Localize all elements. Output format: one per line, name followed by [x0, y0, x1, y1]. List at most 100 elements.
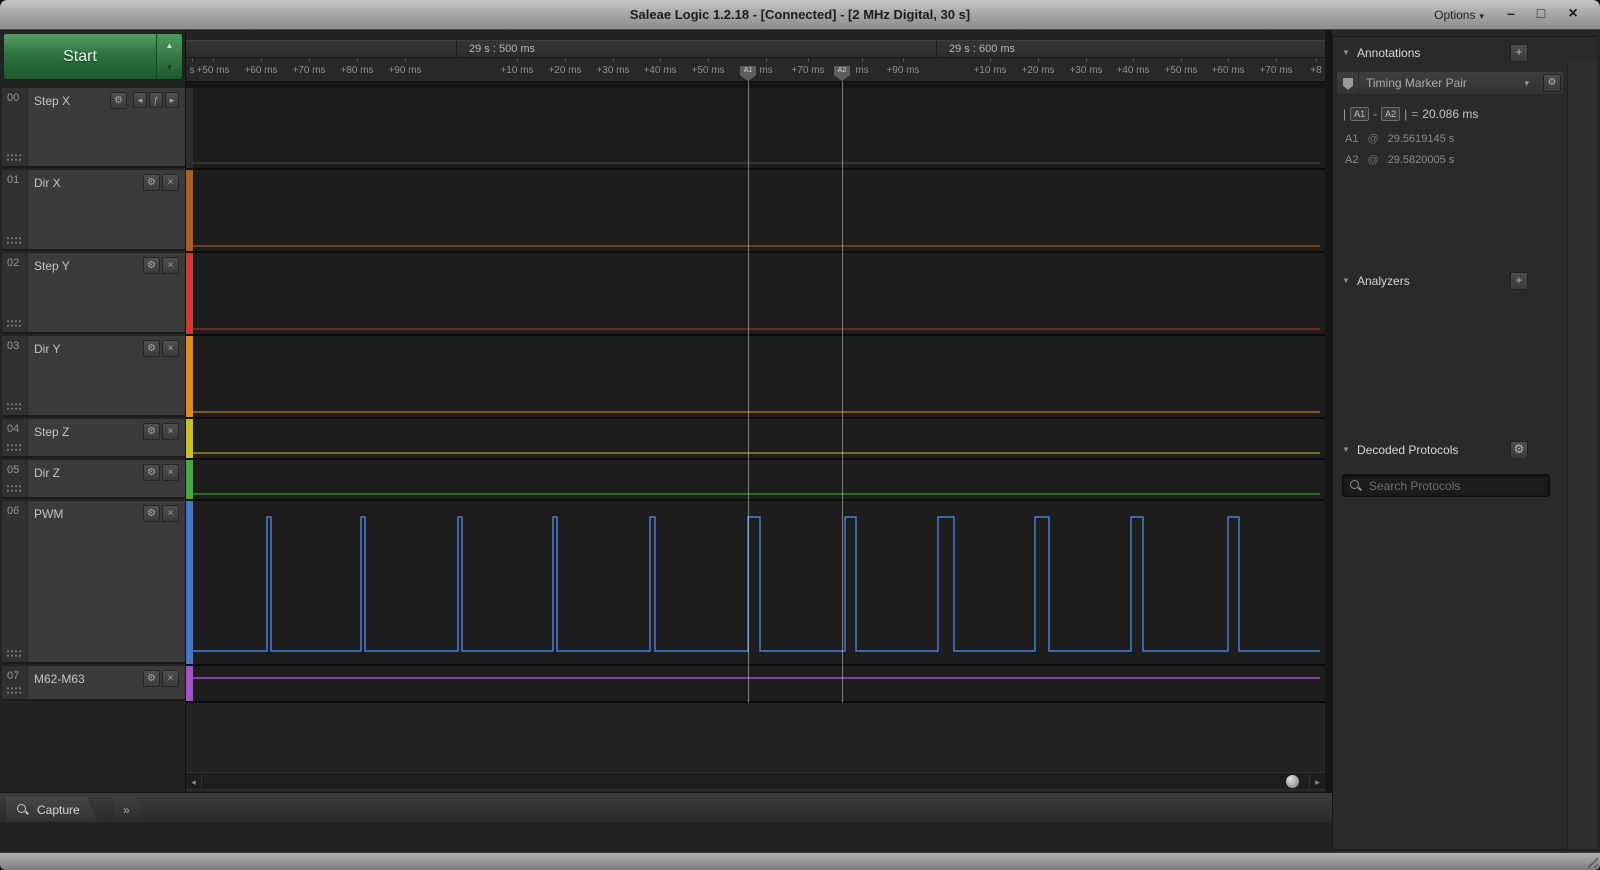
tick-label: +10 ms: [500, 65, 534, 76]
tick-mark: [708, 58, 709, 62]
marker-flag-icon: [1343, 78, 1353, 90]
gear-button[interactable]: ⚙: [143, 340, 160, 357]
close-button[interactable]: ×: [162, 670, 179, 687]
next-edge-button[interactable]: ▸: [165, 92, 179, 108]
channel-label[interactable]: M62-M63: [34, 672, 85, 686]
tick-mark: [405, 58, 406, 62]
app-window: Saleae Logic 1.2.18 - [Connected] - [2 M…: [0, 0, 1600, 870]
channel-label[interactable]: Step Z: [34, 425, 69, 439]
close-button[interactable]: ×: [162, 464, 179, 481]
tick-mark: [990, 58, 991, 62]
drag-grip-icon[interactable]: [6, 686, 23, 695]
channel-label[interactable]: Dir Y: [34, 342, 60, 356]
tick-mark: [1133, 58, 1134, 62]
gear-button[interactable]: ⚙: [143, 423, 160, 440]
channel-row-03: 03 Dir Y ⚙ ×: [2, 336, 185, 417]
collapse-triangle-icon[interactable]: ▼: [1342, 48, 1350, 57]
channel-label[interactable]: PWM: [34, 507, 63, 521]
scroll-right-arrow-icon[interactable]: ▸: [1309, 774, 1325, 790]
drag-grip-icon[interactable]: [6, 402, 23, 411]
gear-button[interactable]: ⚙: [143, 464, 160, 481]
timeline-section-separator: [456, 41, 457, 57]
channel-label[interactable]: Step Y: [34, 259, 70, 273]
channel-label[interactable]: Dir X: [34, 176, 61, 190]
drag-grip-icon[interactable]: [6, 236, 23, 245]
tick-label: +70 ms: [1259, 65, 1293, 76]
channel-label[interactable]: Step X: [34, 94, 70, 108]
minimize-button[interactable]: –: [1498, 0, 1524, 30]
chevron-down-icon[interactable]: ▾: [1524, 78, 1529, 89]
collapse-triangle-icon[interactable]: ▼: [1342, 276, 1350, 285]
channel-row-01: 01 Dir X ⚙ ×: [2, 170, 185, 251]
tick-mark: [517, 58, 518, 62]
tick-label: +70 ms: [292, 65, 326, 76]
timing-marker-line-a1[interactable]: [748, 81, 749, 703]
close-button[interactable]: ×: [162, 340, 179, 357]
tick-mark: [565, 58, 566, 62]
analyzers-title: Analyzers: [1357, 274, 1410, 288]
gear-button[interactable]: ⚙: [143, 257, 160, 274]
add-annotation-button[interactable]: +: [1510, 44, 1528, 62]
panel-scrollbar[interactable]: [1567, 61, 1597, 849]
close-button[interactable]: ×: [162, 174, 179, 191]
search-protocols-input[interactable]: [1343, 475, 1549, 496]
channel-row-02: 02 Step Y ⚙ ×: [2, 253, 185, 334]
drag-grip-icon[interactable]: [6, 153, 23, 162]
collapse-triangle-icon[interactable]: ▼: [1342, 445, 1350, 454]
maximize-button[interactable]: □: [1528, 0, 1554, 30]
tick-label: +8: [1310, 65, 1322, 76]
close-button[interactable]: ×: [1560, 0, 1586, 30]
titlebar[interactable]: Saleae Logic 1.2.18 - [Connected] - [2 M…: [0, 0, 1600, 30]
channel-number: 06: [2, 501, 28, 662]
drag-grip-icon[interactable]: [6, 484, 23, 493]
tick-mark: [766, 58, 767, 62]
waveform-plot[interactable]: [186, 88, 1325, 703]
resize-grip[interactable]: [1584, 854, 1598, 868]
channel-row-05: 05 Dir Z ⚙ ×: [2, 460, 185, 499]
add-analyzer-button[interactable]: +: [1510, 272, 1528, 290]
timeline-section-separator: [936, 41, 937, 57]
gear-button[interactable]: ⚙: [143, 505, 160, 522]
tick-mark: [213, 58, 214, 62]
start-button[interactable]: Start: [4, 34, 156, 79]
divider: [1358, 72, 1359, 94]
tab-capture[interactable]: Capture: [6, 797, 98, 823]
gear-button[interactable]: ⚙: [143, 670, 160, 687]
tick-label: +90 ms: [886, 65, 920, 76]
decoded-protocols-title: Decoded Protocols: [1357, 443, 1459, 457]
tick-label: +40 ms: [643, 65, 677, 76]
tick-mark: [357, 58, 358, 62]
drag-grip-icon[interactable]: [6, 319, 23, 328]
scroll-left-arrow-icon[interactable]: ◂: [186, 774, 202, 790]
start-options-stepper[interactable]: ▲ ▼: [156, 34, 182, 79]
f-trigger-button[interactable]: ƒ: [149, 92, 163, 108]
tick-label: +90 ms: [388, 65, 422, 76]
marker-pair-settings-button[interactable]: ⚙: [1543, 74, 1561, 92]
prev-edge-button[interactable]: ◂: [133, 92, 147, 108]
timing-marker-pair-row[interactable]: Timing Marker Pair ▾ ⚙: [1336, 71, 1564, 95]
tick-label: +10 ms: [973, 65, 1007, 76]
tick-label: +20 ms: [548, 65, 582, 76]
tick-label: +60 ms: [1211, 65, 1245, 76]
decoded-settings-button[interactable]: ⚙: [1510, 441, 1528, 459]
marker-delta-measurement: | A1 - A2 | = 20.086 ms: [1343, 107, 1479, 121]
statusbar: [0, 852, 1600, 870]
timing-marker-line-a2[interactable]: [842, 81, 843, 703]
gear-button[interactable]: ⚙: [110, 92, 127, 109]
tick-label: +50 ms: [1164, 65, 1198, 76]
timeline-header[interactable]: 29 s : 500 ms 29 s : 600 ms: [186, 40, 1325, 58]
drag-grip-icon[interactable]: [6, 649, 23, 658]
close-button[interactable]: ×: [162, 423, 179, 440]
scrollbar-thumb[interactable]: [1286, 775, 1299, 788]
drag-grip-icon[interactable]: [6, 443, 23, 452]
tick-mark: [309, 58, 310, 62]
chevron-up-icon[interactable]: ▲: [157, 34, 182, 57]
close-button[interactable]: ×: [162, 257, 179, 274]
close-button[interactable]: ×: [162, 505, 179, 522]
channel-label[interactable]: Dir Z: [34, 466, 60, 480]
horizontal-scrollbar[interactable]: ◂ ▸: [186, 772, 1325, 790]
options-button[interactable]: Options ▾: [1434, 0, 1484, 30]
gear-button[interactable]: ⚙: [143, 174, 160, 191]
chevron-down-icon[interactable]: ▼: [157, 57, 182, 80]
tab-more[interactable]: »: [114, 797, 146, 823]
